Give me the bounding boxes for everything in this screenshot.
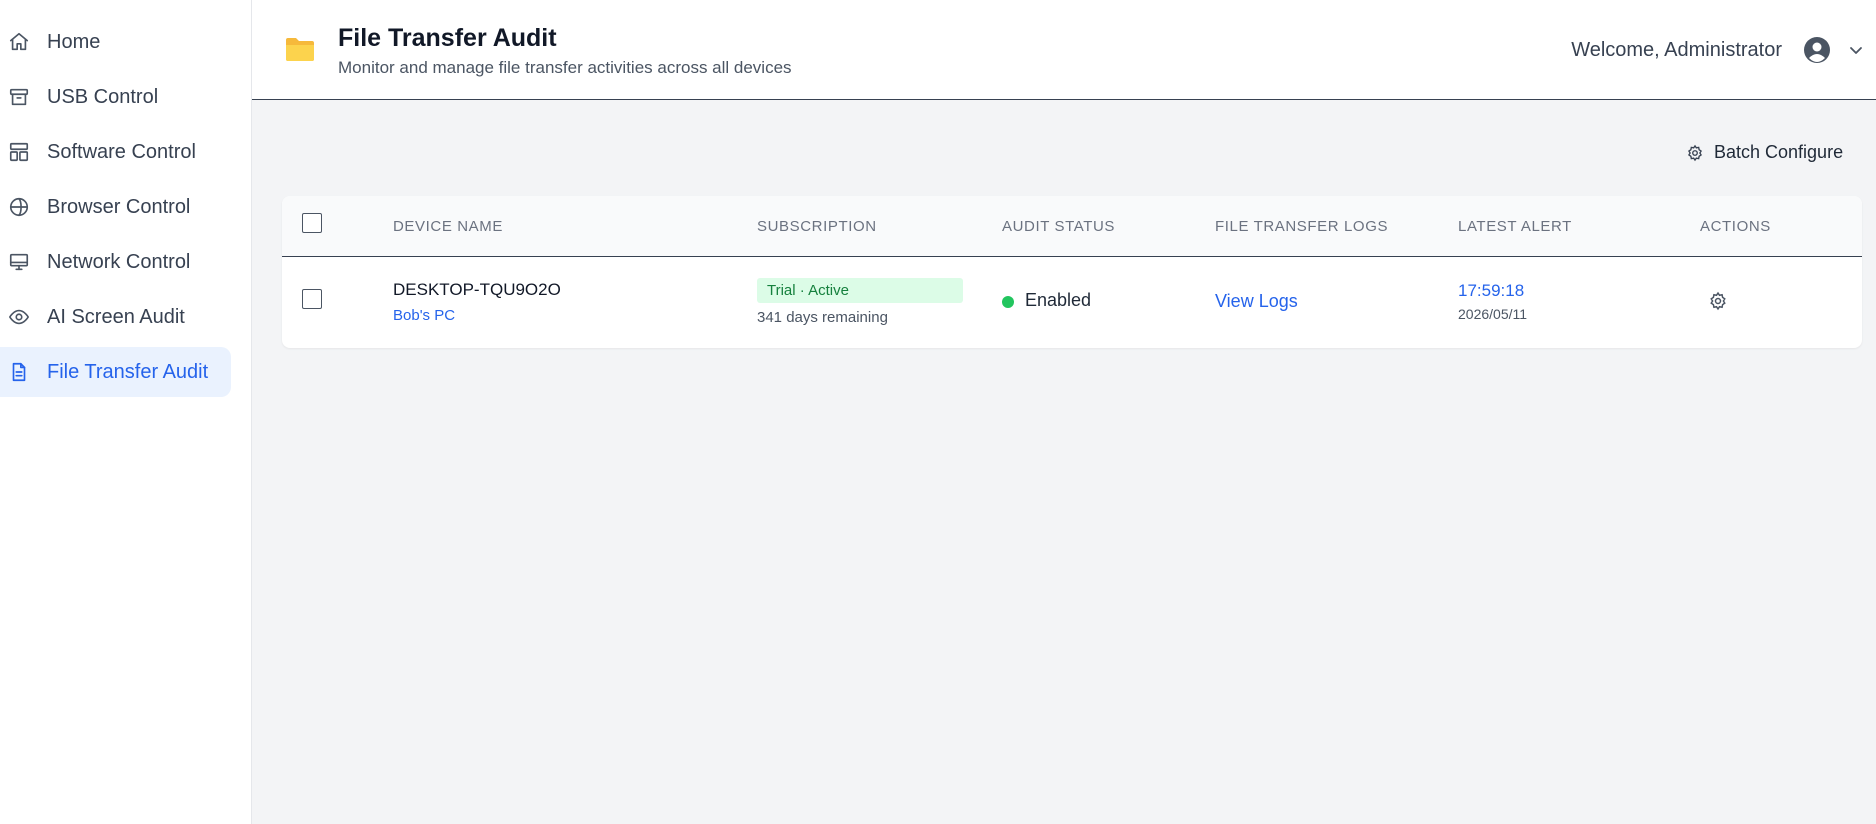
latest-alert-time[interactable]: 17:59:18 <box>1458 281 1524 301</box>
gear-icon <box>1688 144 1702 161</box>
sidebar-item-ai-screen-audit[interactable]: AI Screen Audit <box>0 292 231 342</box>
page-subtitle: Monitor and manage file transfer activit… <box>338 58 792 77</box>
sidebar-item-usb-control[interactable]: USB Control <box>0 72 231 122</box>
sidebar-item-network-control[interactable]: Network Control <box>0 237 231 287</box>
status-indicator-dot <box>1002 296 1014 308</box>
welcome-text: Welcome, Administrator <box>1571 39 1782 61</box>
monitor-icon <box>8 251 30 273</box>
sidebar-item-label: Software Control <box>47 140 196 163</box>
audit-status: Enabled <box>1025 290 1092 310</box>
folder-icon <box>285 36 315 62</box>
column-header-latest-alert: LATEST ALERT <box>1458 218 1572 235</box>
row-settings-gear-icon[interactable] <box>1708 291 1728 311</box>
archive-icon <box>8 86 30 108</box>
sidebar-item-label: AI Screen Audit <box>47 305 185 328</box>
table-header: DEVICE NAME SUBSCRIPTION AUDIT STATUS FI… <box>282 196 1862 257</box>
latest-alert-date: 2026/05/11 <box>1458 306 1528 322</box>
subscription-remaining: 341 days remaining <box>757 309 888 326</box>
row-checkbox[interactable] <box>302 289 322 309</box>
file-text-icon <box>8 361 30 383</box>
layout-icon <box>8 141 30 163</box>
sidebar-item-software-control[interactable]: Software Control <box>0 127 231 177</box>
sidebar-item-label: File Transfer Audit <box>47 360 209 383</box>
user-avatar-icon[interactable] <box>1803 36 1831 64</box>
globe-icon <box>8 196 30 218</box>
sidebar-item-home[interactable]: Home <box>0 17 231 67</box>
batch-configure-button[interactable]: Batch Configure <box>1686 142 1843 163</box>
column-header-actions: ACTIONS <box>1700 218 1771 235</box>
page-header: File Transfer Audit Monitor and manage f… <box>252 0 1876 100</box>
sidebar-item-file-transfer-audit[interactable]: File Transfer Audit <box>0 347 231 397</box>
device-name: DESKTOP-TQU9O2O <box>393 280 561 299</box>
sidebar-item-label: Browser Control <box>47 195 191 218</box>
sidebar-item-browser-control[interactable]: Browser Control <box>0 182 231 232</box>
device-alias-link[interactable]: Bob's PC <box>393 307 455 324</box>
column-header-audit-status: AUDIT STATUS <box>1002 218 1116 235</box>
column-header-file-transfer-logs: FILE TRANSFER LOGS <box>1215 218 1389 235</box>
devices-table: DEVICE NAME SUBSCRIPTION AUDIT STATUS FI… <box>282 196 1862 348</box>
page-title: File Transfer Audit <box>338 24 557 52</box>
batch-configure-label: Batch Configure <box>1714 142 1844 162</box>
sidebar-item-label: Network Control <box>47 250 191 273</box>
home-icon <box>8 31 30 53</box>
sidebar-item-label: Home <box>47 30 101 53</box>
column-header-subscription: SUBSCRIPTION <box>757 218 877 235</box>
view-logs-link[interactable]: View Logs <box>1215 291 1298 312</box>
select-all-checkbox[interactable] <box>302 213 322 233</box>
chevron-down-icon[interactable] <box>1848 42 1864 58</box>
sidebar-item-label: USB Control <box>47 85 159 108</box>
sidebar: Home USB Control Software Control Browse… <box>0 0 252 824</box>
subscription-badge: Trial · Active <box>757 278 963 303</box>
eye-icon <box>8 306 30 328</box>
column-header-device-name: DEVICE NAME <box>393 218 503 235</box>
